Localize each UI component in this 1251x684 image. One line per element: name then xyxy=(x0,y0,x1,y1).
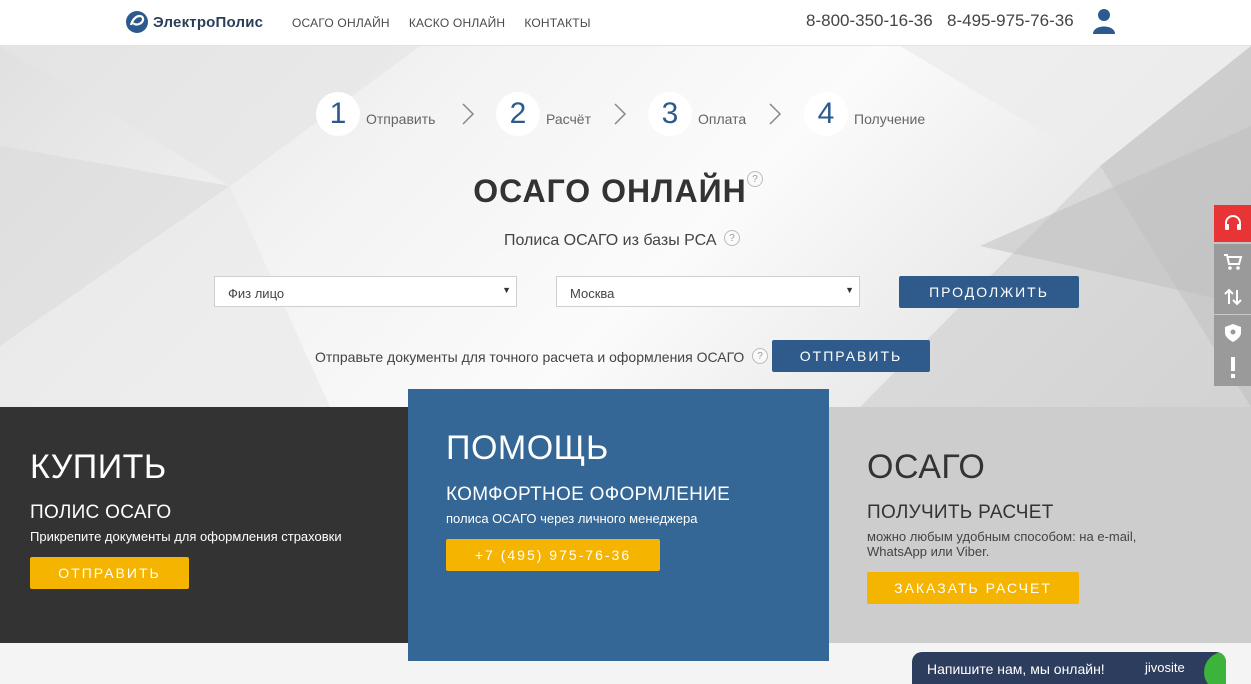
logo-icon xyxy=(126,11,148,33)
sort-arrows-icon xyxy=(1223,288,1242,305)
step-calculation: 2 Расчёт xyxy=(496,92,591,136)
phone-toll-free[interactable]: 8-800-350-16-36 xyxy=(806,11,933,31)
help-icon[interactable]: ? xyxy=(747,171,763,187)
user-icon[interactable] xyxy=(1093,8,1115,34)
send-documents-text: Отправьте документы для точного расчета … xyxy=(315,349,745,365)
buy-panel: КУПИТЬ ПОЛИС ОСАГО Прикрепите документы … xyxy=(0,407,408,643)
step-send: 1 Отправить xyxy=(316,92,435,136)
caret-down-icon: ▼ xyxy=(502,285,511,295)
site-header: ЭлектроПолис ОСАГО ОНЛАЙН КАСКО ОНЛАЙН К… xyxy=(0,0,1251,46)
nav-kasko-online[interactable]: КАСКО ОНЛАЙН xyxy=(409,16,506,30)
logo-text: ЭлектроПолис xyxy=(153,13,264,31)
chevron-right-icon xyxy=(614,103,627,125)
buy-title: КУПИТЬ xyxy=(30,448,167,486)
osago-title: ОСАГО xyxy=(867,448,986,486)
headset-icon xyxy=(1224,214,1241,230)
cart-button[interactable] xyxy=(1214,244,1251,279)
security-button[interactable] xyxy=(1214,315,1251,350)
buy-text: Прикрепите документы для оформления стра… xyxy=(30,529,342,544)
step-number: 2 xyxy=(496,92,540,136)
select-value: Физ лицо xyxy=(228,286,285,301)
chevron-right-icon xyxy=(462,103,475,125)
step-receiving: 4 Получение xyxy=(804,92,925,136)
osago-text-line1: можно любым удобным способом: на e-mail, xyxy=(867,529,1137,544)
sort-button[interactable] xyxy=(1214,279,1251,314)
osago-text-line2: WhatsApp или Viber. xyxy=(867,544,990,559)
select-value: Москва xyxy=(570,286,615,301)
nav-contacts[interactable]: КОНТАКТЫ xyxy=(524,16,590,30)
city-select[interactable]: Москва ▼ xyxy=(556,276,860,307)
step-label: Получение xyxy=(854,111,926,127)
phone-moscow[interactable]: 8-495-975-76-36 xyxy=(947,11,1074,31)
support-button[interactable] xyxy=(1214,205,1251,242)
caret-down-icon: ▼ xyxy=(845,285,854,295)
step-number: 1 xyxy=(316,92,360,136)
buy-subtitle: ПОЛИС ОСАГО xyxy=(30,502,172,523)
hero-section: 1 Отправить 2 Расчёт 3 Оплата 4 Получени… xyxy=(0,46,1251,407)
help-icon[interactable]: ? xyxy=(752,348,768,364)
chat-status-icon xyxy=(1204,652,1226,684)
help-text: полиса ОСАГО через личного менеджера xyxy=(446,511,698,526)
help-phone-button[interactable]: +7 (495) 975-76-36 xyxy=(446,539,660,571)
chevron-right-icon xyxy=(769,103,782,125)
shield-icon xyxy=(1224,323,1241,342)
nav-osago-online[interactable]: ОСАГО ОНЛАЙН xyxy=(292,16,390,30)
person-type-select[interactable]: Физ лицо ▼ xyxy=(214,276,517,307)
page-title: ОСАГО ОНЛАЙН xyxy=(473,173,747,209)
step-label: Отправить xyxy=(366,111,436,127)
order-calculation-button[interactable]: ЗАКАЗАТЬ РАСЧЕТ xyxy=(867,572,1079,604)
osago-panel: ОСАГО ПОЛУЧИТЬ РАСЧЕТ можно любым удобны… xyxy=(829,407,1251,643)
cart-icon xyxy=(1223,253,1242,270)
step-number: 4 xyxy=(804,92,848,136)
step-label: Расчёт xyxy=(546,111,591,127)
help-panel: ПОМОЩЬ КОМФОРТНОЕ ОФОРМЛЕНИЕ полиса ОСАГ… xyxy=(408,389,829,661)
alert-button[interactable] xyxy=(1214,350,1251,386)
help-subtitle: КОМФОРТНОЕ ОФОРМЛЕНИЕ xyxy=(446,484,731,505)
step-label: Оплата xyxy=(698,111,747,127)
chat-widget[interactable]: Напишите нам, мы онлайн! jivosite xyxy=(912,652,1226,684)
send-documents-button[interactable]: ОТПРАВИТЬ xyxy=(772,340,930,372)
help-icon[interactable]: ? xyxy=(724,230,740,246)
help-title: ПОМОЩЬ xyxy=(446,429,609,467)
chat-prompt: Напишите нам, мы онлайн! xyxy=(927,661,1105,677)
logo[interactable]: ЭлектроПолис xyxy=(125,10,263,34)
continue-button[interactable]: ПРОДОЛЖИТЬ xyxy=(899,276,1079,308)
osago-subtitle: ПОЛУЧИТЬ РАСЧЕТ xyxy=(867,502,1054,523)
main-nav: ОСАГО ОНЛАЙН КАСКО ОНЛАЙН КОНТАКТЫ xyxy=(292,16,610,30)
step-payment: 3 Оплата xyxy=(648,92,746,136)
exclamation-icon xyxy=(1230,357,1235,378)
chat-brand: jivosite xyxy=(1145,660,1185,675)
step-number: 3 xyxy=(648,92,692,136)
page-subtitle: Полиса ОСАГО из базы РСА xyxy=(504,232,717,249)
buy-send-button[interactable]: ОТПРАВИТЬ xyxy=(30,557,189,589)
